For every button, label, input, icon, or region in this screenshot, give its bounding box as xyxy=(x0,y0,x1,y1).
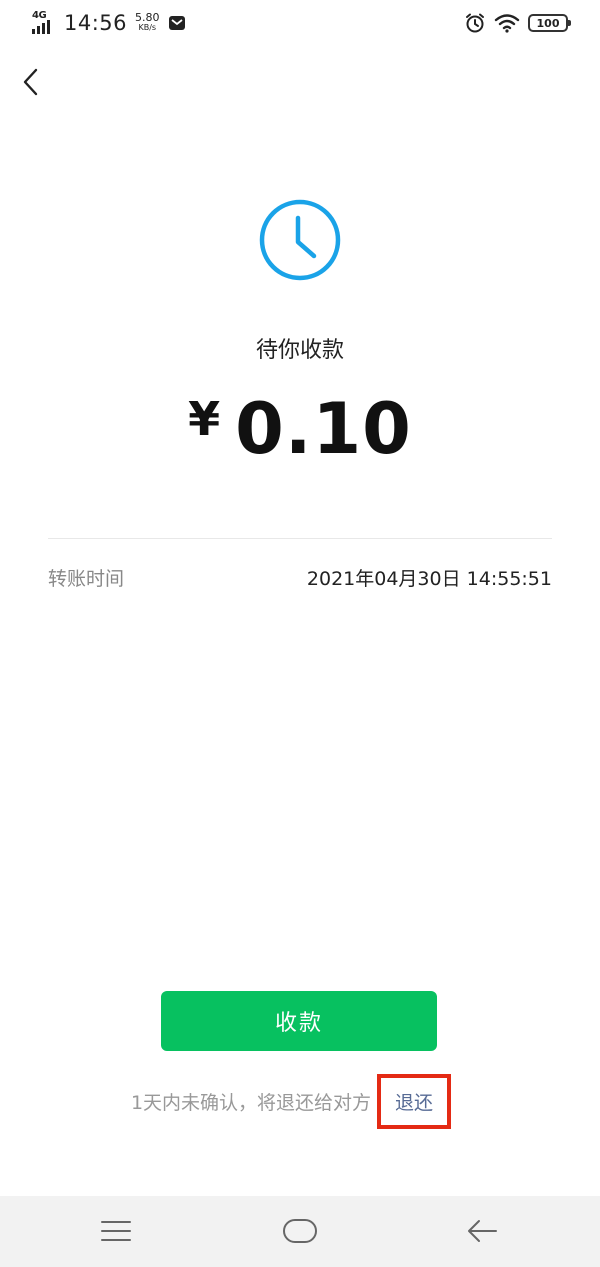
signal-icon: 4G xyxy=(32,10,58,36)
divider xyxy=(48,538,552,539)
nav-back-button[interactable] xyxy=(452,1206,512,1256)
menu-icon xyxy=(101,1221,131,1241)
refund-notice-text: 1天内未确认，将退还给对方 xyxy=(130,1091,372,1114)
network-speed: 5.80 KB/s xyxy=(135,11,160,33)
mail-notification-icon xyxy=(168,16,185,30)
clock-icon xyxy=(259,199,341,281)
alarm-icon xyxy=(466,13,484,33)
transfer-status-title: 待你收款 xyxy=(255,338,344,363)
transfer-time-label: 转账时间 xyxy=(48,567,125,590)
battery-icon: 100 xyxy=(528,14,571,32)
refund-notice: 1天内未确认，将退还给对方 退还 xyxy=(0,1073,600,1129)
network-speed-value: 5.80 xyxy=(135,11,160,24)
collect-button[interactable]: 收款 xyxy=(161,991,437,1051)
arrow-left-icon xyxy=(468,1220,497,1242)
nav-menu-button[interactable] xyxy=(86,1206,146,1256)
wifi-icon xyxy=(494,14,520,33)
currency-symbol: ¥ xyxy=(188,392,222,446)
transfer-time-value: 2021年04月30日 14:55:51 xyxy=(306,567,552,590)
home-icon xyxy=(283,1219,317,1243)
transfer-amount: ¥0.10 xyxy=(0,388,600,470)
status-bar-right: 100 xyxy=(464,10,571,36)
battery-level: 100 xyxy=(536,16,560,30)
signal-bars xyxy=(32,20,50,34)
status-time: 14:56 xyxy=(64,11,128,35)
chevron-left-icon xyxy=(23,68,38,96)
refund-highlight-box: 退还 xyxy=(377,1073,452,1129)
amount-value: 0.10 xyxy=(235,388,412,470)
nav-home-button[interactable] xyxy=(270,1206,330,1256)
system-nav-bar xyxy=(0,1196,600,1267)
back-button[interactable] xyxy=(14,62,48,102)
refund-link[interactable]: 退还 xyxy=(395,1092,433,1114)
network-speed-unit: KB/s xyxy=(138,23,157,32)
transfer-time-row: 转账时间 2021年04月30日 14:55:51 xyxy=(48,562,552,592)
status-bar: 4G 14:56 5.80 KB/s 100 xyxy=(0,0,600,46)
status-bar-left: 4G 14:56 5.80 KB/s xyxy=(32,8,186,38)
